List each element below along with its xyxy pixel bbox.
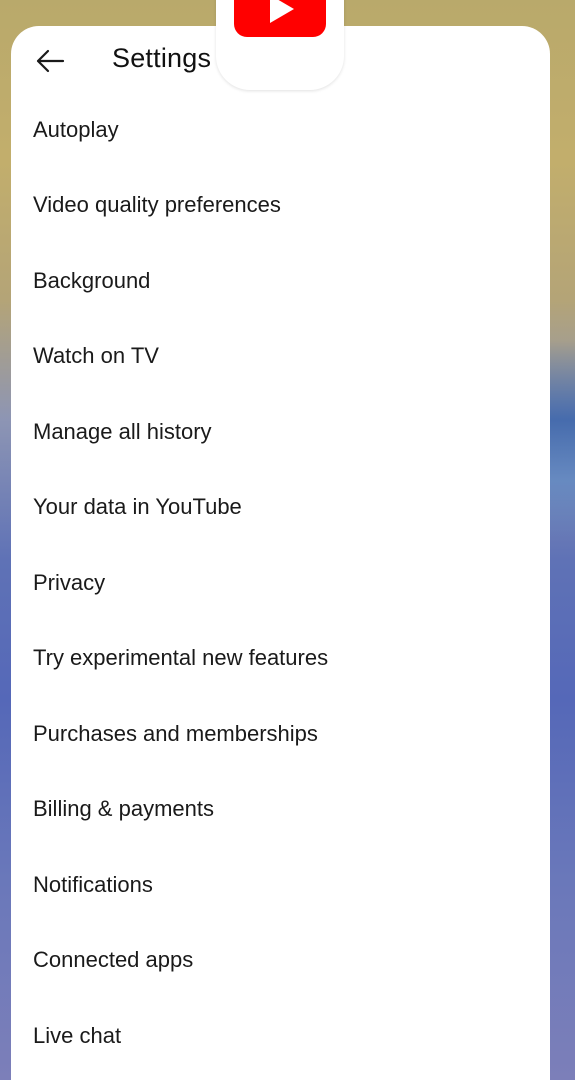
back-button[interactable] — [33, 44, 67, 78]
menu-item-background[interactable]: Background — [11, 243, 550, 319]
youtube-logo-icon — [234, 0, 326, 37]
menu-item-notifications[interactable]: Notifications — [11, 847, 550, 923]
menu-item-watch-on-tv[interactable]: Watch on TV — [11, 319, 550, 395]
settings-panel: Settings Autoplay Video quality preferen… — [11, 26, 550, 1080]
menu-item-live-chat[interactable]: Live chat — [11, 998, 550, 1074]
app-badge — [216, 0, 344, 90]
menu-item-connected-apps[interactable]: Connected apps — [11, 923, 550, 999]
page-title: Settings — [112, 43, 212, 73]
menu-item-purchases-memberships[interactable]: Purchases and memberships — [11, 696, 550, 772]
settings-menu: Autoplay Video quality preferences Backg… — [11, 92, 550, 1074]
menu-item-manage-history[interactable]: Manage all history — [11, 394, 550, 470]
menu-item-video-quality[interactable]: Video quality preferences — [11, 168, 550, 244]
menu-item-autoplay[interactable]: Autoplay — [11, 92, 550, 168]
menu-item-experimental-features[interactable]: Try experimental new features — [11, 621, 550, 697]
arrow-left-icon — [36, 49, 65, 73]
menu-item-your-data[interactable]: Your data in YouTube — [11, 470, 550, 546]
menu-item-privacy[interactable]: Privacy — [11, 545, 550, 621]
menu-item-billing-payments[interactable]: Billing & payments — [11, 772, 550, 848]
